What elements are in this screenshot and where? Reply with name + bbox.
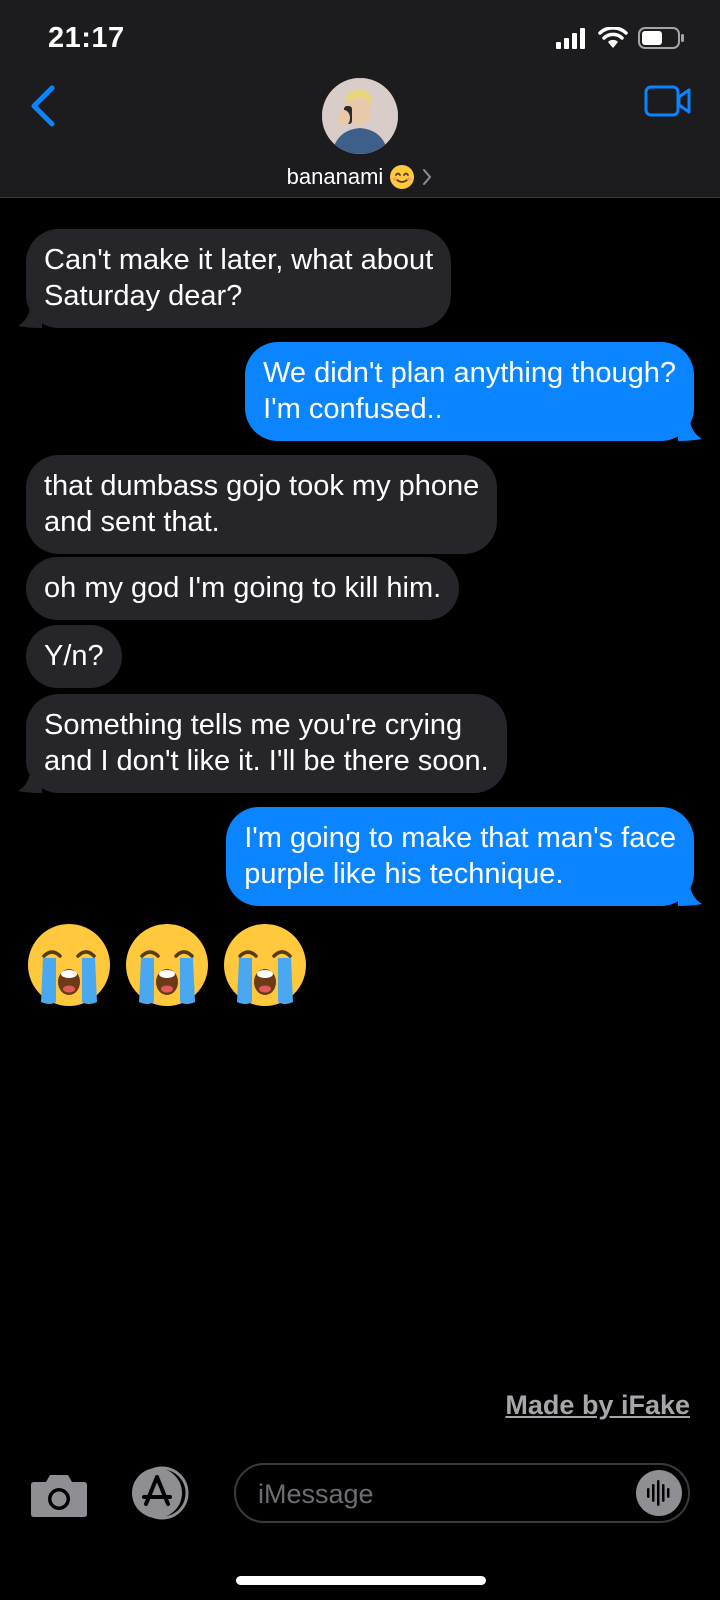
message-line: purple like his technique.: [244, 858, 564, 890]
bubble-tail: [18, 308, 42, 328]
message-bubble-incoming[interactable]: that dumbass gojo took my phone and sent…: [26, 455, 498, 554]
audio-message-button[interactable]: [636, 1470, 682, 1516]
message-line: Something tells me you're crying: [44, 709, 463, 741]
message-line: We didn't plan anything though?: [263, 357, 676, 389]
message-line: I'm going to make that man's face: [244, 822, 676, 854]
message-bubble-outgoing[interactable]: I'm going to make that man's face purple…: [226, 807, 702, 906]
message-line: and sent that.: [44, 506, 220, 538]
message-bubble-incoming[interactable]: Something tells me you're crying and I d…: [18, 694, 507, 793]
emoji-message[interactable]: [26, 922, 308, 1008]
waveform-icon: [647, 1480, 670, 1506]
message-bubble-outgoing[interactable]: We didn't plan anything though? I'm conf…: [245, 342, 702, 441]
status-time: 21:17: [48, 22, 125, 54]
contact-name: bananami: [286, 164, 384, 189]
chevron-right-icon: [423, 169, 432, 185]
camera-icon[interactable]: [30, 1472, 88, 1518]
wifi-icon: [598, 27, 628, 48]
message-line: Saturday dear?: [44, 280, 243, 312]
back-chevron-icon[interactable]: [26, 82, 62, 130]
imessage-input[interactable]: iMessage: [234, 1463, 690, 1523]
status-icons: [556, 24, 686, 52]
loudly-crying-face-icon: [224, 924, 306, 1006]
message-bubble-incoming[interactable]: Can't make it later, what about Saturday…: [18, 229, 452, 328]
message-line: and I don't like it. I'll be there soon.: [44, 745, 489, 777]
made-by-link[interactable]: Made by iFake: [505, 1390, 690, 1421]
smiling-face-icon: [390, 165, 415, 189]
bubble-tail: [678, 421, 702, 441]
conversation-header: 21:17 bananami: [0, 0, 720, 198]
message-bubble-incoming[interactable]: oh my god I'm going to kill him.: [26, 557, 460, 620]
input-placeholder: iMessage: [258, 1479, 374, 1509]
loudly-crying-face-icon: [126, 924, 208, 1006]
bubble-tail: [18, 773, 42, 793]
contact-avatar[interactable]: [322, 78, 398, 154]
message-line: Can't make it later, what about: [44, 244, 434, 276]
message-line: oh my god I'm going to kill him.: [44, 572, 442, 604]
message-line: Y/n?: [44, 640, 104, 672]
battery-icon: [638, 27, 684, 49]
video-call-icon[interactable]: [644, 84, 692, 118]
app-store-icon[interactable]: [126, 1466, 192, 1520]
loudly-crying-face-icon: [28, 924, 110, 1006]
message-bubble-incoming[interactable]: Y/n?: [26, 625, 122, 688]
message-line: I'm confused..: [263, 393, 443, 425]
bubble-tail: [678, 886, 702, 906]
signal-icon: [556, 28, 585, 49]
message-line: that dumbass gojo took my phone: [44, 470, 480, 502]
contact-name-row[interactable]: bananami: [0, 164, 720, 190]
home-indicator[interactable]: [236, 1576, 486, 1585]
